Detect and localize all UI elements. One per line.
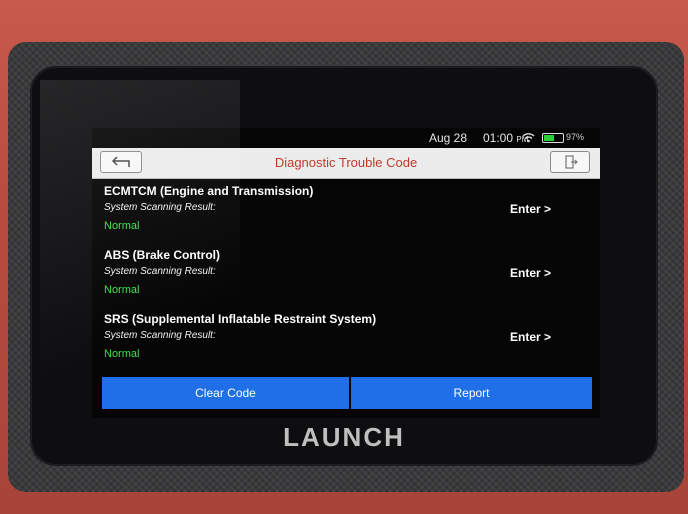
status-date: Aug 28 (429, 131, 468, 145)
enter-button[interactable]: Enter > (510, 330, 551, 344)
system-name: ABS (Brake Control) (104, 248, 221, 262)
scan-status: Normal (104, 284, 140, 296)
brand-logo: LAUNCH (283, 422, 405, 452)
list-item: SRS (Supplemental Inflatable Restraint S… (104, 312, 594, 372)
list-item: ABS (Brake Control) System Scanning Resu… (104, 248, 594, 308)
exit-button[interactable] (550, 151, 590, 173)
system-name: SRS (Supplemental Inflatable Restraint S… (104, 312, 377, 326)
list-item: ECMTCM (Engine and Transmission) System … (104, 184, 594, 244)
action-bar: Clear Code Report (102, 377, 592, 409)
scan-status: Normal (104, 348, 140, 360)
battery-percent: 97% (566, 132, 585, 142)
exit-icon (565, 155, 578, 169)
page-title: Diagnostic Trouble Code (274, 155, 418, 170)
scan-status: Normal (104, 220, 140, 232)
enter-button[interactable]: Enter > (510, 202, 551, 216)
scan-result-label: System Scanning Result: (104, 266, 216, 277)
clear-code-button[interactable]: Clear Code (102, 377, 349, 409)
scan-result-label: System Scanning Result: (104, 202, 216, 213)
enter-button[interactable]: Enter > (510, 266, 551, 280)
system-name: ECMTCM (Engine and Transmission) (104, 184, 314, 198)
scan-result-label: System Scanning Result: (104, 330, 216, 341)
report-button[interactable]: Report (351, 377, 592, 409)
status-bar: Aug 28 01:00 PM 97% (92, 128, 600, 148)
title-bar: Diagnostic Trouble Code (92, 148, 600, 179)
battery-fill (544, 135, 554, 141)
device-shell: Aug 28 01:00 PM 97% Diagnostic Trouble C… (0, 0, 688, 514)
screen: Aug 28 01:00 PM 97% Diagnostic Trouble C… (92, 128, 600, 418)
battery-icon (542, 133, 564, 143)
wifi-icon (522, 133, 535, 143)
